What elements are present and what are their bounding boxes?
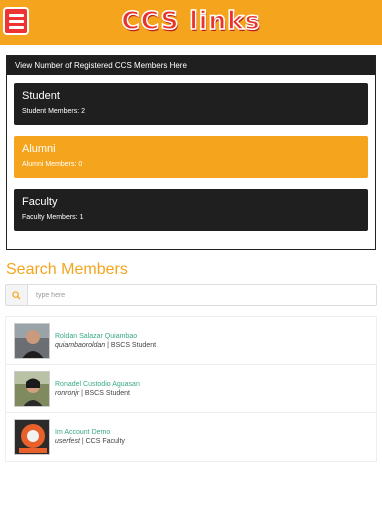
avatar [14, 370, 50, 407]
member-info: userfest | CCS Faculty [55, 438, 125, 445]
member-username: ronronjr [55, 389, 80, 397]
member-role: BSCS Student [84, 389, 130, 397]
member-name[interactable]: Roldan Salazar Quiambao [55, 333, 156, 340]
card-title: Alumni [22, 143, 56, 155]
list-item[interactable]: Im Account Demo userfest | CCS Faculty [6, 413, 376, 461]
app-logo: CCS links [121, 5, 261, 36]
list-item[interactable]: Ronadel Custodio Aguasan ronronjr | BSCS… [6, 365, 376, 413]
avatar [14, 322, 50, 359]
panel-title: View Number of Registered CCS Members He… [7, 56, 375, 75]
search-input[interactable] [28, 285, 376, 305]
member-username: userfest [55, 438, 80, 445]
card-title: Faculty [22, 196, 58, 208]
avatar [14, 419, 50, 455]
card-title: Student [22, 90, 60, 102]
search-section-title: Search Members [6, 261, 128, 278]
search-icon[interactable] [6, 285, 28, 305]
member-role: CCS Faculty [85, 438, 125, 445]
card-student[interactable]: Student Student Members: 2 [14, 83, 368, 125]
card-count: Student Members: 2 [22, 108, 86, 115]
member-info: ronronjr | BSCS Student [55, 389, 130, 397]
member-list: Roldan Salazar Quiambao quiambaoroldan |… [5, 316, 377, 462]
card-alumni[interactable]: Alumni Alumni Members: 0 [14, 136, 368, 178]
top-bar: CCS links [0, 0, 382, 45]
member-info: quiambaoroldan | BSCS Student [55, 341, 157, 349]
list-item[interactable]: Roldan Salazar Quiambao quiambaoroldan |… [6, 317, 376, 365]
card-faculty[interactable]: Faculty Faculty Members: 1 [14, 189, 368, 231]
card-count: Faculty Members: 1 [22, 214, 84, 221]
card-count: Alumni Members: 0 [22, 161, 83, 168]
search-bar [5, 284, 377, 306]
member-username: quiambaoroldan [55, 341, 106, 349]
member-count-panel: View Number of Registered CCS Members He… [6, 55, 376, 250]
member-name[interactable]: Ronadel Custodio Aguasan [55, 381, 140, 388]
member-role: BSCS Student [110, 341, 157, 349]
member-name[interactable]: Im Account Demo [55, 429, 125, 436]
